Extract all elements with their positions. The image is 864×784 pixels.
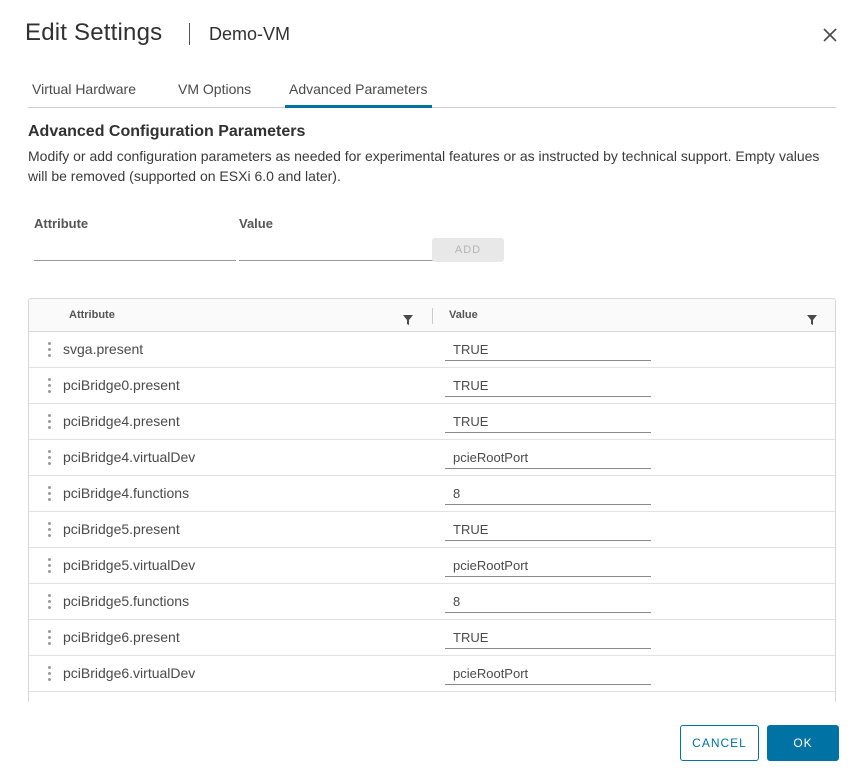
grid-header: Attribute Value [29,299,835,332]
dialog-title: Edit Settings [25,19,163,46]
column-separator [432,308,433,324]
row-value-input[interactable] [445,662,651,685]
row-action-icon[interactable] [48,414,52,430]
table-row: pciBridge4.present [29,404,835,440]
row-action-icon[interactable] [48,486,52,502]
column-header-attribute[interactable]: Attribute [69,309,115,321]
row-value-input[interactable] [445,626,651,649]
tab-bar: Virtual Hardware VM Options Advanced Par… [28,70,836,108]
cancel-button[interactable]: CANCEL [680,725,759,761]
row-attribute: pciBridge0.present [63,377,180,393]
row-attribute: pciBridge4.functions [63,485,190,501]
table-row: svga.present [29,332,835,368]
attribute-filter-icon[interactable] [403,312,413,325]
row-value-input[interactable] [445,554,651,577]
title-separator [189,23,190,45]
dialog-header: Edit Settings Demo-VM [0,0,864,70]
tab-advanced-parameters[interactable]: Advanced Parameters [285,81,432,108]
row-action-icon[interactable] [48,342,52,358]
tab-vm-options[interactable]: VM Options [174,81,255,108]
parameters-grid: Attribute Value svga.present pciBridge0.… [28,298,836,702]
row-attribute: pciBridge4.present [63,413,180,429]
table-row: pciBridge5.functions [29,584,835,620]
value-filter-icon[interactable] [807,312,817,325]
row-value-input[interactable] [445,410,651,433]
row-action-icon[interactable] [48,558,52,574]
row-attribute: svga.present [63,341,144,357]
tab-virtual-hardware[interactable]: Virtual Hardware [28,81,140,108]
row-attribute: pciBridge6.virtualDev [63,665,196,681]
table-row: pciBridge4.virtualDev [29,440,835,476]
table-row: pciBridge5.present [29,512,835,548]
row-value-input[interactable] [445,590,651,613]
row-action-icon[interactable] [48,630,52,646]
new-attribute-label: Attribute [34,216,89,231]
row-attribute: pciBridge5.present [63,521,180,537]
section-description: Modify or add configuration parameters a… [28,148,820,184]
row-attribute: pciBridge6.present [63,629,180,645]
column-header-value[interactable]: Value [449,309,478,321]
row-action-icon[interactable] [48,522,52,538]
table-row: pciBridge6.present [29,620,835,656]
close-icon[interactable] [820,25,840,45]
row-action-icon[interactable] [48,450,52,466]
vm-name: Demo-VM [209,24,291,44]
row-attribute: pciBridge5.virtualDev [63,557,196,573]
new-value-input[interactable] [239,236,441,261]
row-action-icon[interactable] [48,594,52,610]
row-attribute: pciBridge5.functions [63,593,190,609]
table-row: pciBridge6.virtualDev [29,656,835,692]
row-attribute: pciBridge4.virtualDev [63,449,196,465]
row-value-input[interactable] [445,518,651,541]
row-value-input[interactable] [445,338,651,361]
new-value-label: Value [239,216,273,231]
row-value-input[interactable] [445,482,651,505]
ok-button[interactable]: OK [767,725,839,761]
row-action-icon[interactable] [48,378,52,394]
table-row: pciBridge4.functions [29,476,835,512]
row-value-input[interactable] [445,446,651,469]
row-action-icon[interactable] [48,666,52,682]
new-attribute-input[interactable] [34,236,236,261]
row-value-input[interactable] [445,374,651,397]
section-title: Advanced Configuration Parameters [28,123,306,140]
table-row: pciBridge5.virtualDev [29,548,835,584]
table-row: pciBridge0.present [29,368,835,404]
add-button[interactable]: ADD [432,238,504,262]
